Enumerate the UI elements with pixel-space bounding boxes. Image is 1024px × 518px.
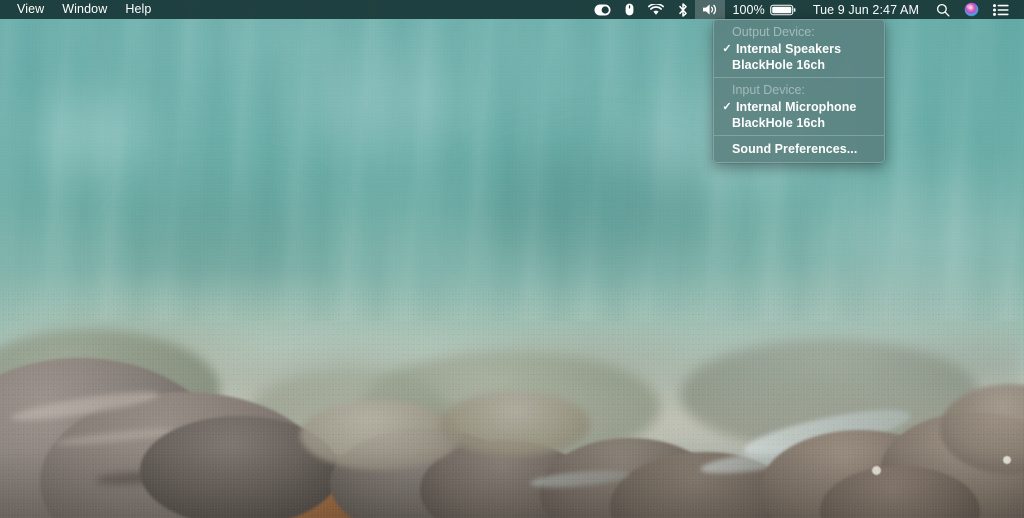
menu-separator xyxy=(714,135,884,136)
menu-item-internal-speakers-label: Internal Speakers xyxy=(736,42,842,56)
clock-label: Tue 9 Jun 2:47 AM xyxy=(812,2,919,17)
status-item-battery[interactable]: 100% xyxy=(725,0,802,19)
menu-item-internal-microphone[interactable]: ✓ Internal Microphone xyxy=(714,99,884,115)
menu-bar-status-items: 100% Tue 9 Jun 2:47 AM xyxy=(587,0,1024,19)
menu-item-sound-preferences-label: Sound Preferences... xyxy=(732,142,858,156)
input-device-header-label: Input Device: xyxy=(732,83,805,97)
output-device-header: Output Device: xyxy=(714,24,884,41)
menu-help[interactable]: Help xyxy=(116,0,160,19)
menu-bar-app-menus: View Window Help xyxy=(0,0,160,19)
speaker-volume-icon xyxy=(702,3,718,16)
siri-icon xyxy=(964,2,979,17)
input-device-header: Input Device: xyxy=(714,82,884,99)
output-device-header-label: Output Device: xyxy=(732,25,815,39)
menu-item-sound-preferences[interactable]: Sound Preferences... xyxy=(714,140,884,158)
status-item-notification-center[interactable] xyxy=(986,0,1016,19)
mouse-icon xyxy=(625,3,634,16)
notification-center-icon xyxy=(993,3,1009,16)
menu-item-blackhole-output[interactable]: BlackHole 16ch xyxy=(714,57,884,73)
midground-rock-pale xyxy=(440,392,590,456)
battery-icon xyxy=(770,4,796,16)
menu-view-label: View xyxy=(17,2,45,16)
status-item-clock[interactable]: Tue 9 Jun 2:47 AM xyxy=(803,0,929,19)
status-item-spotlight[interactable] xyxy=(929,0,957,19)
menu-window-label: Window xyxy=(62,2,108,16)
menu-bar: View Window Help 100% Tue 9 Jun 2:47 AM xyxy=(0,0,1024,19)
menu-window[interactable]: Window xyxy=(53,0,116,19)
battery-percent-label: 100% xyxy=(732,2,765,17)
menu-item-internal-speakers[interactable]: ✓ Internal Speakers xyxy=(714,41,884,57)
search-icon xyxy=(936,3,950,17)
wifi-icon xyxy=(648,3,665,16)
menu-item-blackhole-input-label: BlackHole 16ch xyxy=(732,116,826,130)
menu-view[interactable]: View xyxy=(8,0,53,19)
checkmark-icon: ✓ xyxy=(722,43,732,55)
desktop-screen: View Window Help 100% Tue 9 Jun 2:47 AM … xyxy=(0,0,1024,518)
menu-separator xyxy=(714,77,884,78)
bluetooth-icon xyxy=(678,2,688,17)
status-item-siri[interactable] xyxy=(957,0,986,19)
toggle-switch-icon xyxy=(594,4,611,16)
menu-item-blackhole-output-label: BlackHole 16ch xyxy=(732,58,826,72)
status-item-toggle[interactable] xyxy=(587,0,618,19)
wallpaper-bottom-vignette xyxy=(0,448,1024,518)
status-item-bluetooth[interactable] xyxy=(671,0,695,19)
status-item-mouse[interactable] xyxy=(618,0,641,19)
status-item-volume[interactable] xyxy=(695,0,726,19)
menu-item-blackhole-input[interactable]: BlackHole 16ch xyxy=(714,115,884,131)
menu-item-internal-microphone-label: Internal Microphone xyxy=(736,100,857,114)
menu-help-label: Help xyxy=(125,2,152,16)
sound-dropdown-menu: Output Device: ✓ Internal Speakers Black… xyxy=(713,19,885,163)
status-item-wifi[interactable] xyxy=(641,0,671,19)
checkmark-icon: ✓ xyxy=(722,101,732,113)
